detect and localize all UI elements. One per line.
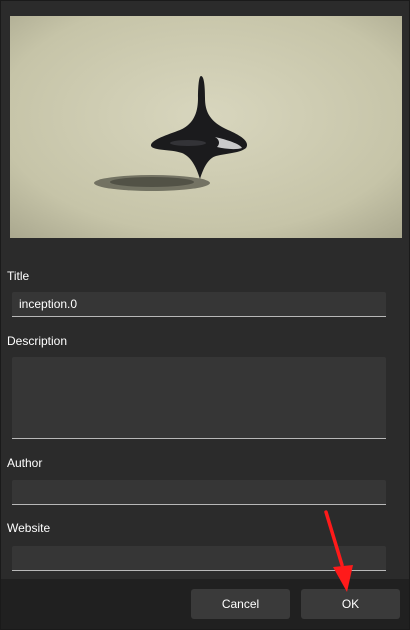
thumbnail-preview (10, 16, 402, 238)
author-field[interactable] (12, 480, 386, 505)
author-input[interactable] (12, 480, 386, 504)
title-input[interactable] (12, 292, 386, 316)
website-label: Website (7, 521, 51, 535)
spinning-top-image (10, 16, 402, 238)
cancel-button[interactable]: Cancel (191, 589, 290, 619)
website-field[interactable] (12, 546, 386, 571)
description-label: Description (7, 334, 68, 348)
dialog-footer: Cancel OK (1, 579, 409, 629)
properties-dialog: Title Description Author Website Cancel … (0, 0, 410, 630)
website-input[interactable] (12, 546, 386, 570)
description-input[interactable] (12, 357, 386, 438)
ok-button[interactable]: OK (301, 589, 400, 619)
author-label: Author (7, 456, 43, 470)
title-field[interactable] (12, 292, 386, 317)
title-label: Title (7, 269, 30, 283)
description-field[interactable] (12, 357, 386, 439)
